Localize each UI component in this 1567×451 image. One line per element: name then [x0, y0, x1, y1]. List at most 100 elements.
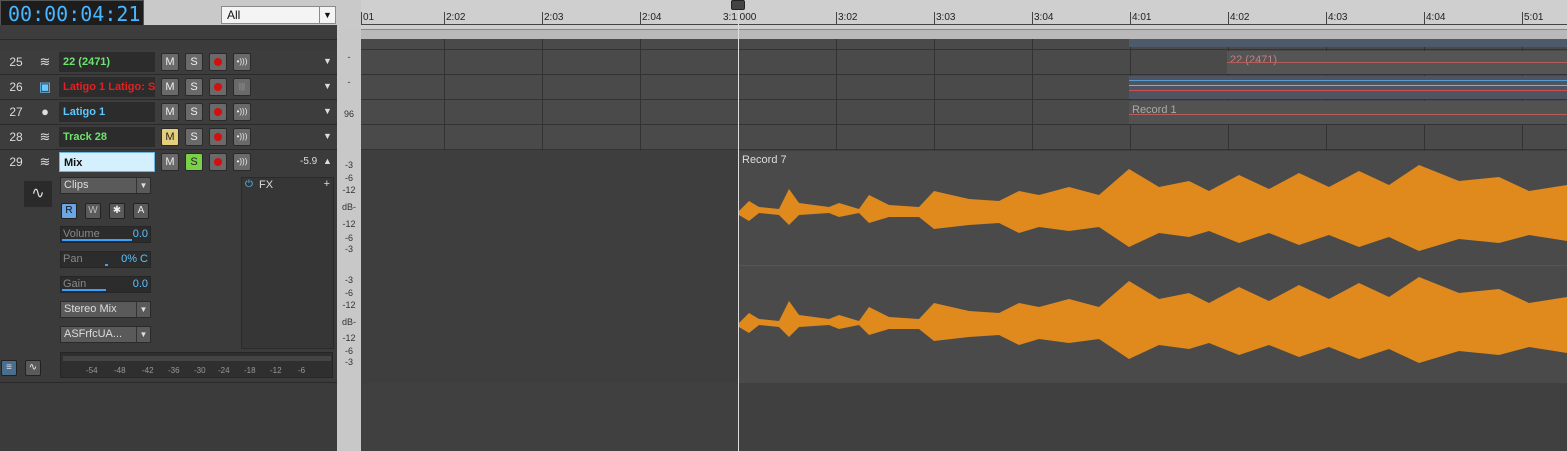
write-automation-button[interactable]: W [85, 203, 101, 219]
meter-bar [63, 356, 331, 361]
ruler-mark: 5:01 [1524, 12, 1544, 23]
scale-tick: - [347, 77, 351, 87]
scale-label: -3 [344, 275, 353, 285]
track-name[interactable]: Track 28 [59, 127, 155, 147]
clip-name: 22 (2471) [1230, 54, 1278, 66]
ruler-mark: 4:01 [1132, 12, 1152, 23]
record-arm-button[interactable] [209, 78, 227, 96]
track-name[interactable]: Latigo 1 Latigo: S [59, 77, 155, 97]
track-row-26[interactable]: 26 ▣ Latigo 1 Latigo: S M S ||| ▼ [0, 75, 337, 100]
pan-label: Pan [63, 253, 83, 265]
audio-wave-icon: ≋ [39, 129, 51, 144]
track-filter-dropdown[interactable]: All ▼ [221, 6, 336, 24]
track-row-29[interactable]: 29 ≋ Mix M S •))) -5.9 ▲ ∿ Clips ▼ R W ✱ … [0, 150, 337, 383]
chevron-down-icon: ▼ [136, 302, 150, 317]
fx-label: FX [259, 179, 274, 191]
meter-label: -30 [194, 366, 206, 375]
synth-icon: ▣ [38, 79, 52, 94]
record-arm-button[interactable] [209, 53, 227, 71]
clip-22-2471[interactable]: 22 (2471) [1227, 51, 1567, 74]
volume-value: 0.0 [132, 228, 148, 240]
track-number: 29 [9, 155, 23, 169]
audio-wave-icon: ≋ [39, 154, 51, 169]
volume-slider[interactable]: Volume 0.0 [60, 226, 151, 243]
input-dropdown[interactable]: ASFrfcUA... ▼ [60, 326, 151, 343]
gain-bar [62, 289, 106, 291]
track-row-28[interactable]: 28 ≋ Track 28 M S •))) ▼ [0, 125, 337, 150]
clip-record-1[interactable]: Record 1 [1129, 101, 1567, 124]
track-row-27[interactable]: 27 ● Latigo 1 M S •))) ▼ [0, 100, 337, 125]
asterisk-icon[interactable]: ✱ [109, 203, 125, 219]
now-time-cursor[interactable] [738, 0, 739, 451]
meter-label: -42 [142, 366, 154, 375]
ruler-mark: 3:03 [936, 12, 956, 23]
clip-line [1129, 80, 1567, 81]
clips-pane[interactable]: 22 (2471) Record 1 Record 7 [361, 39, 1567, 451]
track-row-partial [0, 25, 337, 40]
solo-button[interactable]: S [185, 128, 203, 146]
record-arm-button[interactable] [209, 103, 227, 121]
filter-value: All [227, 8, 241, 22]
scale-label: -6 [344, 346, 353, 356]
now-marker-handle[interactable] [731, 0, 745, 10]
midi-icon: ● [41, 104, 49, 119]
record-icon [214, 108, 222, 116]
clip-partial[interactable] [1129, 39, 1567, 47]
mute-button[interactable]: M [161, 53, 179, 71]
waveform-left-right [739, 165, 1567, 363]
mute-button[interactable]: M [161, 153, 179, 171]
solo-button[interactable]: S [185, 153, 203, 171]
fx-bin[interactable]: ⏻ FX + [241, 177, 334, 349]
power-icon[interactable]: ⏻ [245, 179, 253, 190]
track-name-input[interactable]: Mix [59, 152, 155, 172]
mute-button[interactable]: M [161, 128, 179, 146]
clip-record-7[interactable]: Record 7 [739, 151, 1567, 383]
output-dropdown[interactable]: Stereo Mix ▼ [60, 301, 151, 318]
add-fx-icon[interactable]: + [324, 178, 330, 190]
track-number: 25 [9, 55, 23, 69]
input-monitor-button[interactable]: •))) [233, 128, 251, 146]
scale-label: -6 [344, 173, 353, 183]
solo-button[interactable]: S [185, 53, 203, 71]
gain-slider[interactable]: Gain 0.0 [60, 276, 151, 293]
input-monitor-button[interactable]: •))) [233, 103, 251, 121]
collapse-icon[interactable]: ▲ [323, 156, 332, 166]
expand-icon[interactable]: ▼ [323, 106, 332, 116]
clip-line [1129, 114, 1567, 115]
expand-icon[interactable]: ▼ [323, 81, 332, 91]
input-monitor-button[interactable]: •))) [233, 153, 251, 171]
timeline-ruler[interactable]: 01 2:02 2:03 2:04 3:1:000 3:02 3:03 3:04… [361, 0, 1567, 30]
solo-button[interactable]: S [185, 78, 203, 96]
clips-dropdown[interactable]: Clips ▼ [60, 177, 151, 194]
mute-button[interactable]: M [161, 78, 179, 96]
expand-icon[interactable]: ▼ [323, 131, 332, 141]
marker-strip[interactable] [361, 30, 1567, 39]
scale-db: dB- [341, 202, 356, 212]
chevron-down-icon: ▼ [136, 327, 150, 342]
scale-label: -12 [342, 219, 356, 229]
scale-label: -3 [344, 160, 353, 170]
waveform-icon: ∿ [24, 181, 52, 207]
track-number: 27 [9, 105, 23, 119]
track-name[interactable]: Latigo 1 [59, 102, 155, 122]
clip-latigo-synth[interactable] [1129, 76, 1567, 99]
track-row-25[interactable]: 25 ≋ 22 (2471) M S •))) ▼ [0, 50, 337, 75]
input-monitor-button[interactable]: ||| [233, 78, 251, 96]
automation-button[interactable]: A [133, 203, 149, 219]
solo-button[interactable]: S [185, 103, 203, 121]
record-arm-button[interactable] [209, 153, 227, 171]
automation-view-icon[interactable]: ∿ [25, 360, 41, 376]
pan-slider[interactable]: Pan 0% C [60, 251, 151, 268]
pan-bar [105, 264, 108, 266]
audio-wave-icon: ≋ [39, 54, 51, 69]
expand-icon[interactable]: ▼ [323, 56, 332, 66]
record-arm-button[interactable] [209, 128, 227, 146]
track-view-icon[interactable]: ≡ [1, 360, 17, 376]
clips-label: Clips [64, 179, 89, 191]
read-automation-button[interactable]: R [61, 203, 77, 219]
track-name[interactable]: 22 (2471) [59, 52, 155, 72]
track-number: 28 [9, 130, 23, 144]
input-monitor-button[interactable]: •))) [233, 53, 251, 71]
volume-bar [62, 239, 132, 241]
mute-button[interactable]: M [161, 103, 179, 121]
